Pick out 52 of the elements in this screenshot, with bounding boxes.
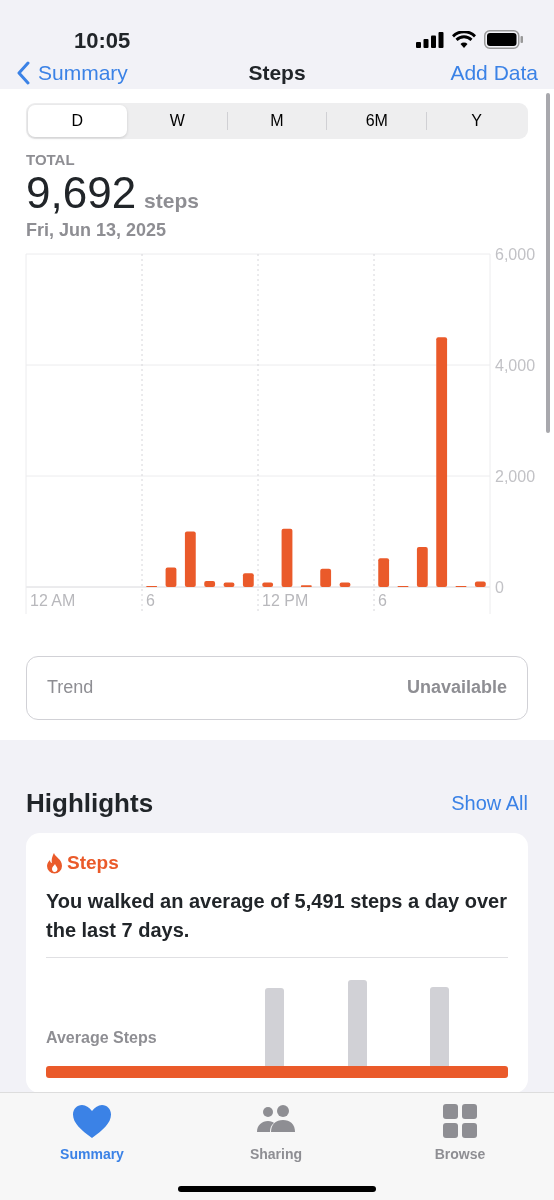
flame-icon bbox=[46, 851, 63, 874]
back-label: Summary bbox=[38, 60, 128, 86]
x-axis-label: 6 bbox=[146, 591, 155, 609]
highlight-text: You walked an average of 5,491 steps a day over the last 7 days. bbox=[46, 887, 508, 958]
battery-icon bbox=[484, 30, 524, 49]
tab-bar-item[interactable]: Sharing bbox=[184, 1101, 368, 1166]
show-all-link[interactable]: Show All bbox=[451, 788, 528, 818]
chart-label: Average Steps bbox=[46, 1028, 157, 1048]
date-label: Fri, Jun 13, 2025 bbox=[26, 218, 168, 242]
status-time: 10:05 bbox=[74, 27, 131, 55]
range-tab[interactable]: D bbox=[28, 104, 127, 137]
range-tab[interactable]: 6M bbox=[327, 104, 427, 137]
total-value: 9,692 bbox=[26, 171, 137, 215]
range-tab[interactable]: M bbox=[227, 104, 327, 137]
step-bar[interactable] bbox=[320, 568, 332, 587]
x-axis-label: 12 PM bbox=[262, 591, 309, 609]
step-bar[interactable] bbox=[436, 336, 448, 587]
step-bar[interactable] bbox=[416, 546, 428, 587]
step-bar[interactable] bbox=[378, 557, 390, 587]
heart-icon bbox=[71, 1102, 113, 1140]
section-title: Highlights bbox=[26, 786, 154, 820]
page-title: Steps bbox=[248, 60, 306, 86]
y-axis-label: 0 bbox=[495, 578, 504, 596]
x-axis-label: 12 AM bbox=[30, 591, 76, 609]
range-tab[interactable]: Y bbox=[427, 104, 526, 137]
step-bar[interactable] bbox=[339, 582, 351, 587]
y-axis-label: 4,000 bbox=[495, 356, 536, 374]
step-bar[interactable] bbox=[204, 580, 216, 587]
step-bar[interactable] bbox=[223, 582, 235, 587]
chevron-left-icon bbox=[16, 60, 30, 85]
total-label: TOTAL bbox=[26, 149, 76, 170]
step-bar[interactable] bbox=[474, 580, 486, 587]
wifi-icon bbox=[452, 31, 476, 48]
highlight-card[interactable]: Steps You walked an average of 5,491 steps a day over the last 7 days. Average Steps bbox=[26, 832, 528, 1092]
step-bar[interactable] bbox=[281, 528, 293, 587]
signal-icon bbox=[416, 31, 444, 48]
step-bar[interactable] bbox=[242, 572, 254, 587]
step-bar[interactable] bbox=[165, 567, 177, 587]
category-label: Steps bbox=[67, 850, 119, 875]
x-axis-label: 6 bbox=[378, 591, 387, 609]
range-tab[interactable]: W bbox=[127, 104, 227, 137]
step-bar[interactable] bbox=[184, 531, 196, 587]
step-bar[interactable] bbox=[262, 582, 274, 587]
tab-bar-item[interactable]: Summary bbox=[0, 1101, 184, 1166]
y-axis-label: 2,000 bbox=[495, 467, 536, 485]
back-button[interactable]: Summary bbox=[16, 57, 128, 89]
step-bar[interactable] bbox=[300, 584, 312, 587]
add-data-button[interactable]: Add Data bbox=[450, 57, 538, 89]
y-axis-label: 6,000 bbox=[495, 245, 536, 263]
unit-label: steps bbox=[144, 188, 199, 214]
tab-bar-item[interactable]: Browse bbox=[368, 1101, 552, 1166]
trend-row[interactable]: Trend Unavailable bbox=[26, 655, 528, 720]
